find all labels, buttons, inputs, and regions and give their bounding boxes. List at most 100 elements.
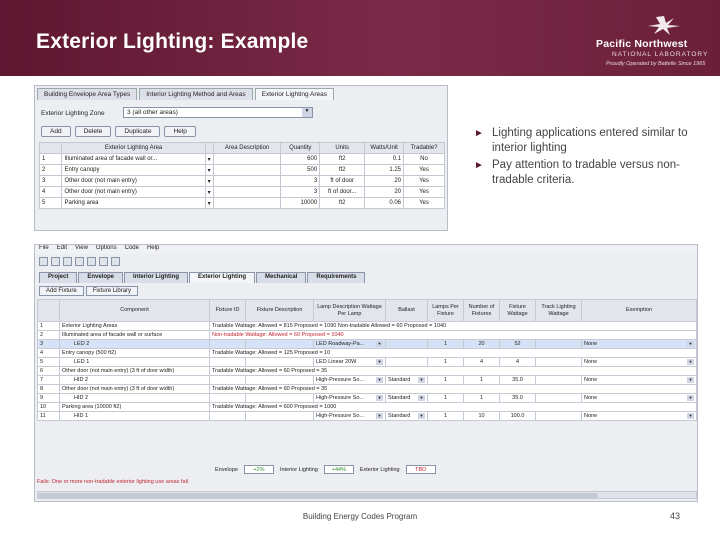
description-cell[interactable]: [212, 164, 282, 176]
zone-select[interactable]: 3 (all other areas) ▼: [123, 107, 313, 118]
check-icon[interactable]: [99, 257, 108, 266]
add-fixture-button[interactable]: Add Fixture: [39, 286, 84, 296]
menu-view[interactable]: View: [75, 245, 88, 254]
fixture-id-cell[interactable]: [209, 339, 246, 349]
area-type-cell[interactable]: Other door (not main entry): [61, 186, 206, 198]
table-row[interactable]: 1 Illuminated area of facade wall or... …: [38, 153, 445, 165]
table-row[interactable]: 1 Exterior Lighting Areas Tradable Watta…: [37, 321, 697, 331]
table-row[interactable]: 10 Parking area (10000 ft2) Tradable Wat…: [37, 402, 697, 412]
description-cell[interactable]: [212, 153, 282, 165]
dropdown-cell[interactable]: ▾: [204, 164, 214, 176]
table-row[interactable]: 11 HID 1 High-Pressure So... ▼ Standard ▼ …: [37, 411, 697, 421]
description-cell[interactable]: [212, 186, 282, 198]
horizontal-scrollbar[interactable]: [37, 491, 697, 499]
save-icon[interactable]: [63, 257, 72, 266]
duplicate-button[interactable]: Duplicate: [115, 126, 161, 137]
quantity-cell[interactable]: 600: [280, 153, 321, 165]
track-cell[interactable]: [535, 357, 582, 367]
add-button[interactable]: Add: [41, 126, 71, 137]
scrollbar-thumb[interactable]: [38, 493, 598, 498]
component-cell[interactable]: Other door (not main entry) (3 ft of doo…: [59, 366, 210, 376]
menu-code[interactable]: Code: [125, 245, 139, 254]
fixture-library-button[interactable]: Fixture Library: [85, 286, 139, 296]
ballast-cell[interactable]: Standard ▼: [385, 375, 428, 385]
tab-envelope[interactable]: Envelope: [78, 272, 124, 283]
component-cell[interactable]: Exterior Lighting Areas: [59, 321, 210, 331]
new-file-icon[interactable]: [39, 257, 48, 266]
dropdown-cell[interactable]: ▾: [204, 186, 214, 198]
wattage-cell[interactable]: 100.0: [499, 411, 536, 421]
fixtures-cell[interactable]: 1: [463, 393, 500, 403]
tab-project[interactable]: Project: [39, 272, 78, 283]
fixtures-cell[interactable]: 4: [463, 357, 500, 367]
fixture-id-cell[interactable]: [209, 393, 246, 403]
tab-mechanical[interactable]: Mechanical: [256, 272, 307, 283]
track-cell[interactable]: [535, 375, 582, 385]
ballast-cell[interactable]: Standard ▼: [385, 393, 428, 403]
quantity-cell[interactable]: 10000: [280, 197, 321, 209]
table-row[interactable]: 5 Parking area ▾ 10000 ft2 0.06 Yes: [38, 197, 445, 209]
lamp-desc-cell[interactable]: High-Pressure So... ▼: [313, 411, 386, 421]
table-row-selected[interactable]: 3 LED 2 LED Roadway-Pa... ▼ 1 20 52 None ▼: [37, 339, 697, 349]
fixture-desc-cell[interactable]: [245, 393, 314, 403]
fixtures-cell[interactable]: 1: [463, 375, 500, 385]
fixture-desc-cell[interactable]: [245, 357, 314, 367]
menu-options[interactable]: Options: [96, 245, 117, 254]
wattage-cell[interactable]: 35.0: [499, 375, 536, 385]
quantity-cell[interactable]: 500: [280, 164, 321, 176]
tab-exterior-lighting[interactable]: Exterior Lighting: [189, 272, 256, 283]
wattage-cell[interactable]: 35.0: [499, 393, 536, 403]
report-icon[interactable]: [87, 257, 96, 266]
tab-exterior-lighting-areas[interactable]: Exterior Lighting Areas: [254, 88, 335, 100]
exemption-cell[interactable]: None ▼: [581, 339, 697, 349]
ballast-cell[interactable]: Standard ▼: [385, 411, 428, 421]
table-row[interactable]: 2 Illuminated area of facade wall or sur…: [37, 330, 697, 340]
lamp-desc-cell[interactable]: High-Pressure So... ▼: [313, 393, 386, 403]
area-type-cell[interactable]: Parking area: [61, 197, 206, 209]
component-cell[interactable]: Illuminated area of facade wall or surfa…: [59, 330, 210, 340]
exemption-cell[interactable]: None ▼: [581, 411, 697, 421]
component-cell[interactable]: LED 2: [59, 339, 210, 349]
table-row[interactable]: 7 HID 2 High-Pressure So... ▼ Standard ▼ 1…: [37, 375, 697, 385]
component-cell[interactable]: LED 1: [59, 357, 210, 367]
component-cell[interactable]: HID 2: [59, 393, 210, 403]
fixture-id-cell[interactable]: [209, 411, 246, 421]
description-cell[interactable]: [212, 197, 282, 209]
dropdown-cell[interactable]: ▾: [204, 175, 214, 187]
lamps-cell[interactable]: 1: [427, 411, 464, 421]
quantity-cell[interactable]: 3: [280, 186, 321, 198]
help-icon[interactable]: [111, 257, 120, 266]
menu-file[interactable]: File: [39, 245, 49, 254]
track-cell[interactable]: [535, 393, 582, 403]
dropdown-cell[interactable]: ▾: [204, 197, 214, 209]
lamp-desc-cell[interactable]: LED Linear 20W ▼: [313, 357, 386, 367]
table-row[interactable]: 6 Other door (not main entry) (3 ft of d…: [37, 366, 697, 376]
menu-help[interactable]: Help: [147, 245, 159, 254]
table-row[interactable]: 9 HID 2 High-Pressure So... ▼ Standard ▼ 1…: [37, 393, 697, 403]
fixture-id-cell[interactable]: [209, 357, 246, 367]
exemption-cell[interactable]: None ▼: [581, 375, 697, 385]
track-cell[interactable]: [535, 339, 582, 349]
fixtures-cell[interactable]: 20: [463, 339, 500, 349]
exemption-cell[interactable]: None ▼: [581, 357, 697, 367]
fixture-desc-cell[interactable]: [245, 375, 314, 385]
lamps-cell[interactable]: 1: [427, 393, 464, 403]
lamps-cell[interactable]: 1: [427, 375, 464, 385]
description-cell[interactable]: [212, 175, 282, 187]
print-icon[interactable]: [75, 257, 84, 266]
tab-interior-lighting[interactable]: Interior Lighting: [124, 272, 189, 283]
table-row[interactable]: 8 Other door (not main entry) (3 ft of d…: [37, 384, 697, 394]
open-folder-icon[interactable]: [51, 257, 60, 266]
area-type-cell[interactable]: Other door (not main entry): [61, 175, 206, 187]
exemption-cell[interactable]: None ▼: [581, 393, 697, 403]
quantity-cell[interactable]: 3: [280, 175, 321, 187]
wattage-cell[interactable]: 4: [499, 357, 536, 367]
fixture-desc-cell[interactable]: [245, 339, 314, 349]
ballast-cell[interactable]: [385, 357, 428, 367]
table-row[interactable]: 3 Other door (not main entry) ▾ 3 ft of …: [38, 175, 445, 187]
help-button[interactable]: Help: [164, 126, 196, 137]
wattage-cell[interactable]: 52: [499, 339, 536, 349]
table-row[interactable]: 4 Other door (not main entry) ▾ 3 ft of …: [38, 186, 445, 198]
delete-button[interactable]: Delete: [74, 126, 112, 137]
table-row[interactable]: 4 Entry canopy (500 ft2) Tradable Wattag…: [37, 348, 697, 358]
